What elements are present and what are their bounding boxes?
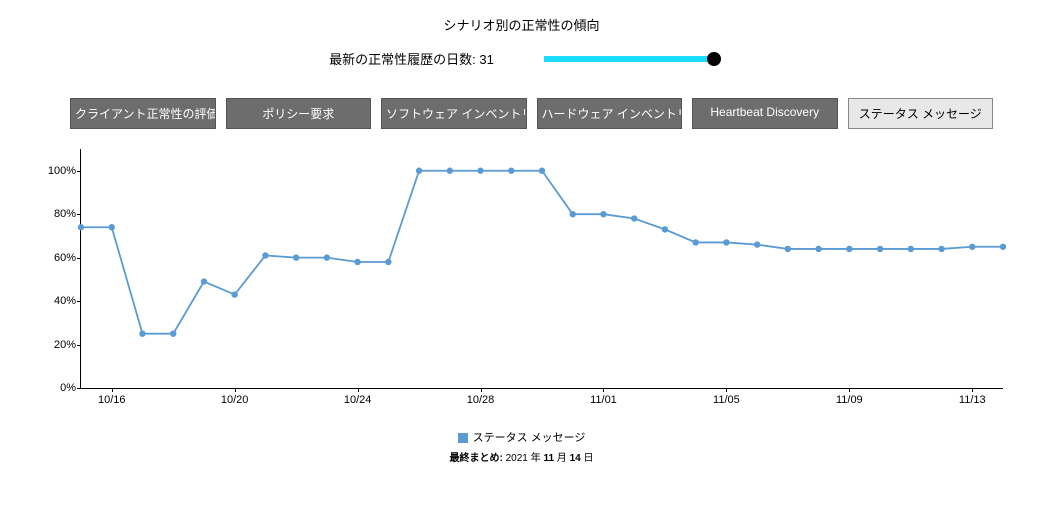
data-point <box>293 254 299 260</box>
data-point <box>109 224 115 230</box>
data-point <box>447 168 453 174</box>
slider-thumb[interactable] <box>707 52 721 66</box>
x-tick-label: 11/01 <box>590 394 617 406</box>
page-title: シナリオ別の正常性の傾向 <box>10 15 1033 34</box>
data-point <box>416 168 422 174</box>
y-tick-label: 60% <box>36 252 76 264</box>
data-point <box>631 215 637 221</box>
data-point <box>969 244 975 250</box>
tab-software-inventory[interactable]: ソフトウェア インベントリ <box>381 98 527 129</box>
last-updated: 最終まとめ: 2021 年 11 月 14 日 <box>10 449 1033 464</box>
x-tick-label: 10/16 <box>98 394 126 406</box>
data-point <box>170 330 176 336</box>
data-point <box>908 246 914 252</box>
slider-track <box>544 56 714 62</box>
tab-client-health-eval[interactable]: クライアント正常性の評価 <box>70 98 216 129</box>
chart: 0% 20% 40% 60% 80% 100% 10/16 10/20 10/24 10/28 11… <box>30 139 1003 419</box>
series-line <box>81 171 1003 334</box>
tab-hardware-inventory[interactable]: ハードウェア インベントリ <box>537 98 683 129</box>
y-tick-label: 40% <box>36 295 76 307</box>
data-point <box>877 246 883 252</box>
x-tick-label: 10/20 <box>221 394 249 406</box>
data-point <box>354 259 360 265</box>
data-point <box>477 168 483 174</box>
slider-label: 最新の正常性履歴の日数: 31 <box>329 49 494 68</box>
y-tick-label: 0% <box>36 382 76 394</box>
data-point <box>938 246 944 252</box>
legend-swatch <box>458 433 468 443</box>
data-point <box>570 211 576 217</box>
slider-value: 31 <box>479 52 493 67</box>
data-point <box>662 226 668 232</box>
data-point <box>324 254 330 260</box>
data-point <box>754 241 760 247</box>
x-tick-label: 11/09 <box>836 394 863 406</box>
slider-row: 最新の正常性履歴の日数: 31 <box>10 49 1033 68</box>
data-point <box>262 252 268 258</box>
data-point <box>201 278 207 284</box>
data-point <box>600 211 606 217</box>
tab-policy-request[interactable]: ポリシー要求 <box>226 98 372 129</box>
line-series <box>81 149 1003 388</box>
tab-status-messages[interactable]: ステータス メッセージ <box>848 98 994 129</box>
data-point <box>139 330 145 336</box>
x-tick-label: 11/05 <box>713 394 740 406</box>
plot-area: 0%20%40%60%80%100%10/1610/2010/2410/2811… <box>80 149 1003 389</box>
data-point <box>539 168 545 174</box>
data-point <box>78 224 84 230</box>
slider-label-prefix: 最新の正常性履歴の日数: <box>329 52 479 67</box>
y-tick-label: 80% <box>36 208 76 220</box>
days-slider[interactable] <box>544 52 714 66</box>
data-point <box>231 291 237 297</box>
x-tick-label: 11/13 <box>959 394 986 406</box>
data-point <box>846 246 852 252</box>
data-point <box>692 239 698 245</box>
legend: ステータス メッセージ <box>10 429 1033 445</box>
tab-heartbeat-discovery[interactable]: Heartbeat Discovery <box>692 98 838 129</box>
data-point <box>1000 244 1006 250</box>
scenario-tabs: クライアント正常性の評価ポリシー要求ソフトウェア インベントリハードウェア イン… <box>10 98 1033 129</box>
y-tick-label: 100% <box>36 165 76 177</box>
data-point <box>723 239 729 245</box>
legend-label: ステータス メッセージ <box>473 432 586 444</box>
data-point <box>508 168 514 174</box>
x-tick-label: 10/24 <box>344 394 372 406</box>
data-point <box>385 259 391 265</box>
y-tick-label: 20% <box>36 339 76 351</box>
data-point <box>815 246 821 252</box>
data-point <box>785 246 791 252</box>
x-tick-label: 10/28 <box>467 394 495 406</box>
